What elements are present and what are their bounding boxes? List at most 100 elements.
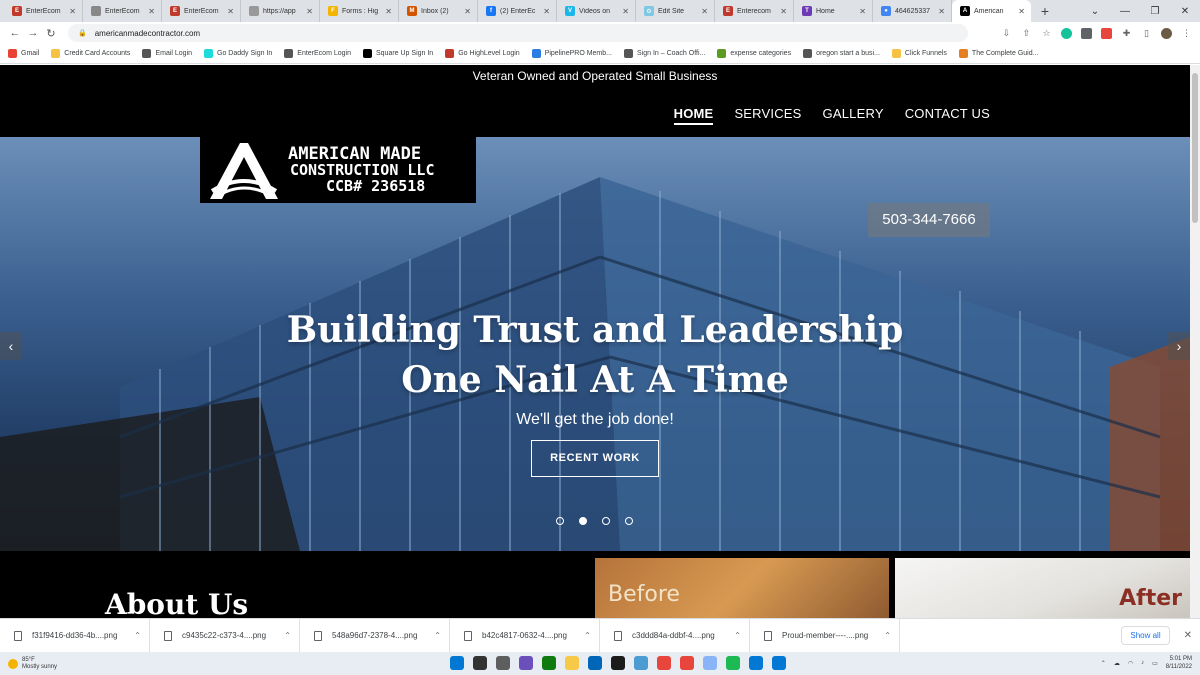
- menu-dots-icon[interactable]: ⋮: [1181, 28, 1192, 39]
- tab-close-icon[interactable]: ✕: [148, 7, 155, 16]
- extension-icon[interactable]: [1081, 27, 1092, 39]
- tab-close-icon[interactable]: ✕: [543, 7, 550, 16]
- browser-tab[interactable]: E EnterEcom ✕: [162, 0, 241, 22]
- scrollbar-thumb[interactable]: [1192, 73, 1198, 223]
- new-tab-button[interactable]: +: [1035, 3, 1055, 19]
- browser-tab[interactable]: E EnterEcom ✕: [4, 0, 83, 22]
- chevron-up-icon[interactable]: ⌃: [584, 631, 591, 640]
- browser-tab[interactable]: V Videos on ✕: [557, 0, 636, 22]
- tab-search-icon[interactable]: ⌄: [1080, 6, 1110, 17]
- taskbar-app-icon[interactable]: [542, 656, 556, 670]
- maximize-button[interactable]: ❐: [1140, 6, 1170, 17]
- nav-home[interactable]: HOME: [673, 106, 714, 125]
- browser-tab[interactable]: EnterEcom ✕: [83, 0, 162, 22]
- weather-widget[interactable]: 85°F Mostly sunny: [8, 657, 57, 671]
- taskbar-app-icon[interactable]: [450, 656, 464, 670]
- bookmark-item[interactable]: Gmail: [8, 49, 39, 58]
- profile-icon[interactable]: [1161, 27, 1172, 39]
- puzzle-icon[interactable]: ✚: [1121, 28, 1132, 39]
- sidepanel-icon[interactable]: ▯: [1141, 28, 1152, 39]
- taskbar-app-icon[interactable]: [473, 656, 487, 670]
- install-icon[interactable]: ⇩: [1001, 28, 1012, 39]
- chevron-up-icon[interactable]: ⌃: [434, 631, 441, 640]
- slider-dot[interactable]: [602, 517, 610, 525]
- back-button[interactable]: ←: [6, 27, 24, 39]
- close-downloads-button[interactable]: ✕: [1184, 630, 1192, 641]
- slider-dot[interactable]: [625, 517, 633, 525]
- browser-tab[interactable]: A American ✕: [952, 0, 1031, 22]
- nav-gallery[interactable]: GALLERY: [823, 106, 884, 125]
- browser-tab[interactable]: M Inbox (2) ✕: [399, 0, 478, 22]
- bookmark-item[interactable]: expense categories: [717, 49, 791, 58]
- bookmark-item[interactable]: Email Login: [142, 49, 192, 58]
- nav-contact-us[interactable]: CONTACT US: [905, 106, 990, 125]
- slider-dot[interactable]: [579, 517, 587, 525]
- company-logo[interactable]: AMERICAN MADE CONSTRUCTION LLC CCB# 2365…: [200, 137, 476, 203]
- tab-close-icon[interactable]: ✕: [385, 7, 392, 16]
- bookmark-item[interactable]: Sign In – Coach Offi...: [624, 49, 705, 58]
- taskbar-app-icon[interactable]: [772, 656, 786, 670]
- tab-close-icon[interactable]: ✕: [1018, 7, 1025, 16]
- recent-work-button[interactable]: RECENT WORK: [531, 440, 659, 477]
- taskbar-app-icon[interactable]: [726, 656, 740, 670]
- download-item[interactable]: Proud-member----....png ⌃: [750, 618, 900, 653]
- close-window-button[interactable]: ✕: [1170, 6, 1200, 17]
- bookmark-item[interactable]: oregon start a busi...: [803, 49, 880, 58]
- browser-tab[interactable]: T Home ✕: [794, 0, 873, 22]
- download-item[interactable]: c9435c22-c373-4....png ⌃: [150, 618, 300, 653]
- taskbar-app-icon[interactable]: [496, 656, 510, 670]
- nav-services[interactable]: SERVICES: [734, 106, 801, 125]
- taskbar-app-icon[interactable]: [634, 656, 648, 670]
- tab-close-icon[interactable]: ✕: [780, 7, 787, 16]
- download-item[interactable]: c3ddd84a-ddbf-4....png ⌃: [600, 618, 750, 653]
- reload-button[interactable]: ↻: [42, 27, 60, 40]
- lock-icon[interactable]: 🔒: [78, 29, 87, 37]
- browser-tab[interactable]: ⚙ Edit Site ✕: [636, 0, 715, 22]
- browser-tab[interactable]: https://app ✕: [241, 0, 320, 22]
- slider-dot[interactable]: [556, 517, 564, 525]
- bookmark-item[interactable]: Credit Card Accounts: [51, 49, 130, 58]
- page-scrollbar[interactable]: [1190, 65, 1200, 618]
- tab-close-icon[interactable]: ✕: [859, 7, 866, 16]
- show-all-button[interactable]: Show all: [1121, 626, 1170, 645]
- chevron-up-icon[interactable]: ⌃: [284, 631, 291, 640]
- tab-close-icon[interactable]: ✕: [227, 7, 234, 16]
- phone-number[interactable]: 503-344-7666: [868, 203, 990, 237]
- extension-red-icon[interactable]: [1101, 27, 1112, 39]
- tab-close-icon[interactable]: ✕: [69, 7, 76, 16]
- tab-close-icon[interactable]: ✕: [306, 7, 313, 16]
- url-bar[interactable]: 🔒 americanmadecontractor.com: [68, 24, 968, 42]
- taskbar-app-icon[interactable]: [703, 656, 717, 670]
- browser-tab[interactable]: ● 464625337 ✕: [873, 0, 952, 22]
- download-item[interactable]: 548a96d7-2378-4....png ⌃: [300, 618, 450, 653]
- taskbar-app-icon[interactable]: [588, 656, 602, 670]
- minimize-button[interactable]: —: [1110, 6, 1140, 17]
- share-icon[interactable]: ⇧: [1021, 28, 1032, 39]
- tab-close-icon[interactable]: ✕: [938, 7, 945, 16]
- bookmark-star-icon[interactable]: ☆: [1041, 28, 1052, 39]
- download-item[interactable]: f31f9416-dd36-4b....png ⌃: [0, 618, 150, 653]
- browser-tab[interactable]: E Enterecom ✕: [715, 0, 794, 22]
- bookmark-item[interactable]: Go HighLevel Login: [445, 49, 520, 58]
- chevron-up-icon[interactable]: ⌃: [134, 631, 141, 640]
- taskbar-app-icon[interactable]: [519, 656, 533, 670]
- chevron-up-icon[interactable]: ⌃: [884, 631, 891, 640]
- tab-close-icon[interactable]: ✕: [701, 7, 708, 16]
- battery-icon[interactable]: ▭: [1152, 660, 1158, 667]
- bookmark-item[interactable]: The Complete Guid...: [958, 49, 1038, 58]
- grammarly-icon[interactable]: [1061, 27, 1072, 39]
- clock[interactable]: 5:01 PM 8/11/2022: [1166, 655, 1192, 671]
- cloud-icon[interactable]: ☁: [1114, 660, 1120, 667]
- volume-icon[interactable]: ♪: [1141, 660, 1144, 666]
- bookmark-item[interactable]: PipelinePRO Memb...: [531, 49, 612, 58]
- tab-close-icon[interactable]: ✕: [464, 7, 471, 16]
- browser-tab[interactable]: F Forms : Hig ✕: [320, 0, 399, 22]
- chevron-up-icon[interactable]: ⌃: [1101, 660, 1106, 667]
- forward-button[interactable]: →: [24, 27, 42, 39]
- tab-close-icon[interactable]: ✕: [622, 7, 629, 16]
- bookmark-item[interactable]: EnterEcom Login: [284, 49, 351, 58]
- chevron-up-icon[interactable]: ⌃: [734, 631, 741, 640]
- download-item[interactable]: b42c4817-0632-4....png ⌃: [450, 618, 600, 653]
- browser-tab[interactable]: f (2) EnterEc ✕: [478, 0, 557, 22]
- taskbar-app-icon[interactable]: [611, 656, 625, 670]
